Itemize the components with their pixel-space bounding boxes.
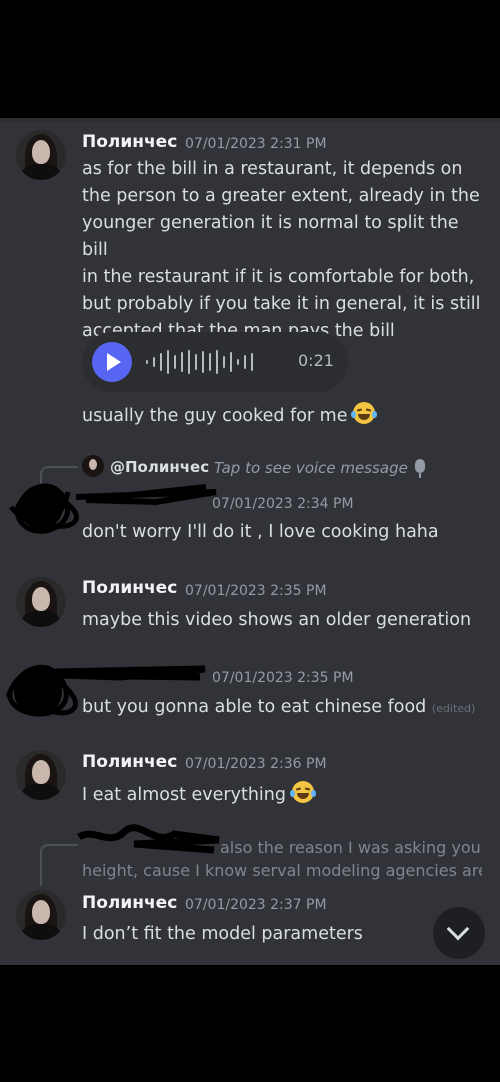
avatar[interactable] (16, 130, 66, 180)
message-text: don't worry I'll do it , I love cooking … (82, 522, 439, 542)
edited-label: (edited) (431, 702, 476, 715)
voice-message-player[interactable]: 0:21 (82, 332, 348, 392)
avatar[interactable] (16, 577, 66, 627)
message-text: I don’t fit the model parameters (82, 924, 363, 944)
top-black-bar (0, 0, 500, 118)
message-text: usually the guy cooked for me (82, 402, 482, 430)
tears-of-joy-emoji (289, 781, 316, 803)
chevron-down-icon (446, 917, 470, 941)
message-timestamp: 07/01/2023 2:37 PM (185, 897, 327, 913)
author-name[interactable]: Полинчес (82, 132, 177, 152)
redacted-reply-author (77, 824, 220, 854)
author-name[interactable]: Полинчес (82, 893, 177, 913)
reply-preview[interactable]: Tap to see voice message (214, 459, 408, 477)
avatar[interactable] (16, 750, 66, 800)
message-text: but you gonna able to eat chinese food (… (82, 697, 476, 717)
microphone-icon (415, 459, 425, 473)
message-text: maybe this video shows an older generati… (82, 610, 472, 630)
message-timestamp: 07/01/2023 2:35 PM (185, 583, 327, 599)
voice-duration: 0:21 (298, 351, 334, 370)
message-timestamp: 07/01/2023 2:36 PM (185, 756, 327, 772)
bottom-black-bar (0, 965, 500, 1082)
avatar[interactable] (16, 890, 66, 940)
message-text: as for the bill in a restaurant, it depe… (82, 159, 481, 341)
reply-quote[interactable]: height, cause I know serval modeling age… (82, 861, 482, 880)
reply-quote[interactable]: also the reason I was asking your (220, 838, 480, 857)
message-text: I eat almost everything (82, 781, 482, 809)
chat-area[interactable]: Полинчес 07/01/2023 2:31 PM as for the b… (0, 118, 500, 965)
scroll-to-bottom-button[interactable] (433, 907, 485, 959)
message-timestamp: 07/01/2023 2:34 PM (212, 496, 354, 512)
tears-of-joy-emoji (351, 402, 378, 424)
author-name[interactable]: Полинчес (82, 578, 177, 598)
play-icon[interactable] (92, 342, 132, 382)
waveform[interactable] (146, 349, 253, 375)
reply-connector (40, 844, 78, 886)
author-name[interactable]: Полинчес (82, 752, 177, 772)
message-timestamp: 07/01/2023 2:35 PM (212, 670, 354, 686)
message-timestamp: 07/01/2023 2:31 PM (185, 136, 327, 152)
